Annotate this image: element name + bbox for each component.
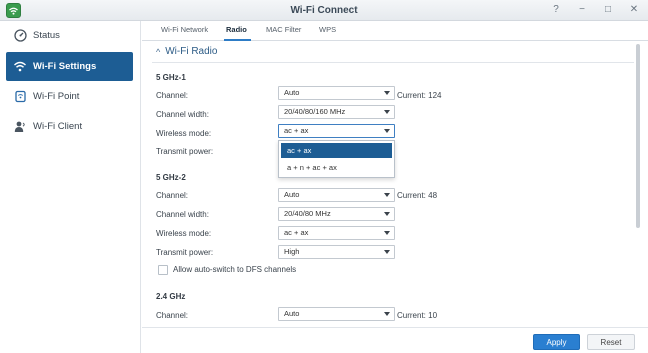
sidebar-item-wifi-client[interactable]: Wi-Fi Client [6,112,133,141]
chevron-up-icon: ^ [156,46,161,57]
dropdown-option[interactable]: a + n + ac + ax [281,160,392,175]
band-title-2-4ghz: 2.4 GHz [156,292,186,301]
channel-label: Channel: [156,191,189,200]
gauge-icon [13,29,27,43]
sidebar-item-label: Wi-Fi Point [33,91,80,102]
tab-mac-filter[interactable]: MAC Filter [266,25,301,34]
channel-width-select-5ghz-1[interactable]: 20/40/80/160 MHz [278,105,395,119]
dfs-checkbox-label[interactable]: Allow auto-switch to DFS channels [173,265,296,274]
reset-button[interactable]: Reset [587,334,635,350]
current-channel-5ghz-1: Current: 124 [397,91,442,100]
channel-select-5ghz-1[interactable]: Auto [278,86,395,100]
channel-label: Channel: [156,311,189,320]
channel-select-2-4ghz[interactable]: Auto [278,307,395,321]
dfs-checkbox[interactable] [158,265,168,275]
channel-label: Channel: [156,91,189,100]
select-value: ac + ax [284,228,309,237]
tab-wps[interactable]: WPS [319,25,336,34]
dropdown-arrow-icon [384,193,390,197]
transmit-power-label: Transmit power: [156,248,214,257]
wireless-mode-label: Wireless mode: [156,229,212,238]
tab-radio[interactable]: Radio [226,25,247,34]
section-header[interactable]: ^ Wi-Fi Radio [156,46,217,57]
minimize-icon[interactable]: − [576,3,588,17]
dropdown-arrow-icon [384,212,390,216]
active-tab-indicator [224,39,251,41]
select-value: Auto [284,88,300,97]
select-value: Auto [284,309,300,318]
wireless-mode-select-5ghz-2[interactable]: ac + ax [278,226,395,240]
dropdown-arrow-icon [384,129,390,133]
dropdown-arrow-icon [384,110,390,114]
wifi-icon [13,60,27,74]
select-value: High [284,247,300,256]
select-value: 20/40/80 MHz [284,209,331,218]
channel-width-label: Channel width: [156,210,209,219]
content-scrollbar[interactable] [636,42,642,324]
current-channel-5ghz-2: Current: 48 [397,191,438,200]
dropdown-arrow-icon [384,250,390,254]
title-bar: Wi-Fi Connect ? − □ ✕ [0,0,648,21]
apply-button[interactable]: Apply [533,334,580,350]
current-channel-2-4ghz: Current: 10 [397,311,438,320]
sidebar-item-label: Wi-Fi Settings [33,61,97,72]
dropdown-arrow-icon [384,91,390,95]
router-icon [13,90,27,104]
close-icon[interactable]: ✕ [628,3,640,17]
footer-bar: Apply Reset [142,327,648,353]
section-title: Wi-Fi Radio [165,46,218,57]
channel-select-5ghz-2[interactable]: Auto [278,188,395,202]
sidebar-item-status[interactable]: Status [6,21,133,50]
radio-settings-panel: ^ Wi-Fi Radio 5 GHz-1 Channel: Auto Curr… [142,42,636,324]
transmit-power-label: Transmit power: [156,147,214,156]
maximize-icon[interactable]: □ [602,3,614,17]
band-title-5ghz-2: 5 GHz-2 [156,173,186,182]
select-value: ac + ax [284,126,309,135]
transmit-power-select-5ghz-2[interactable]: High [278,245,395,259]
dropdown-option[interactable]: ac + ax [281,143,392,158]
help-icon[interactable]: ? [550,3,562,17]
user-icon [13,120,27,134]
wireless-mode-dropdown-list: ac + ax a + n + ac + ax [278,140,395,178]
select-value: 20/40/80/160 MHz [284,107,346,116]
dropdown-arrow-icon [384,312,390,316]
channel-width-select-5ghz-2[interactable]: 20/40/80 MHz [278,207,395,221]
band-title-5ghz-1: 5 GHz-1 [156,73,186,82]
wireless-mode-select-5ghz-1[interactable]: ac + ax [278,124,395,138]
dropdown-arrow-icon [384,231,390,235]
tab-wifi-network[interactable]: Wi-Fi Network [161,25,208,34]
scrollbar-thumb[interactable] [636,44,640,228]
tab-bar: Wi-Fi Network Radio MAC Filter WPS [142,21,648,41]
sidebar-item-label: Wi-Fi Client [33,121,83,132]
channel-width-label: Channel width: [156,110,209,119]
sidebar-item-wifi-settings[interactable]: Wi-Fi Settings [6,52,133,81]
sidebar-item-label: Status [33,30,60,41]
select-value: Auto [284,190,300,199]
section-divider [152,62,634,63]
sidebar: Status Wi-Fi Settings Wi-Fi Point Wi-Fi … [0,21,141,353]
wireless-mode-label: Wireless mode: [156,129,212,138]
sidebar-item-wifi-point[interactable]: Wi-Fi Point [6,82,133,111]
